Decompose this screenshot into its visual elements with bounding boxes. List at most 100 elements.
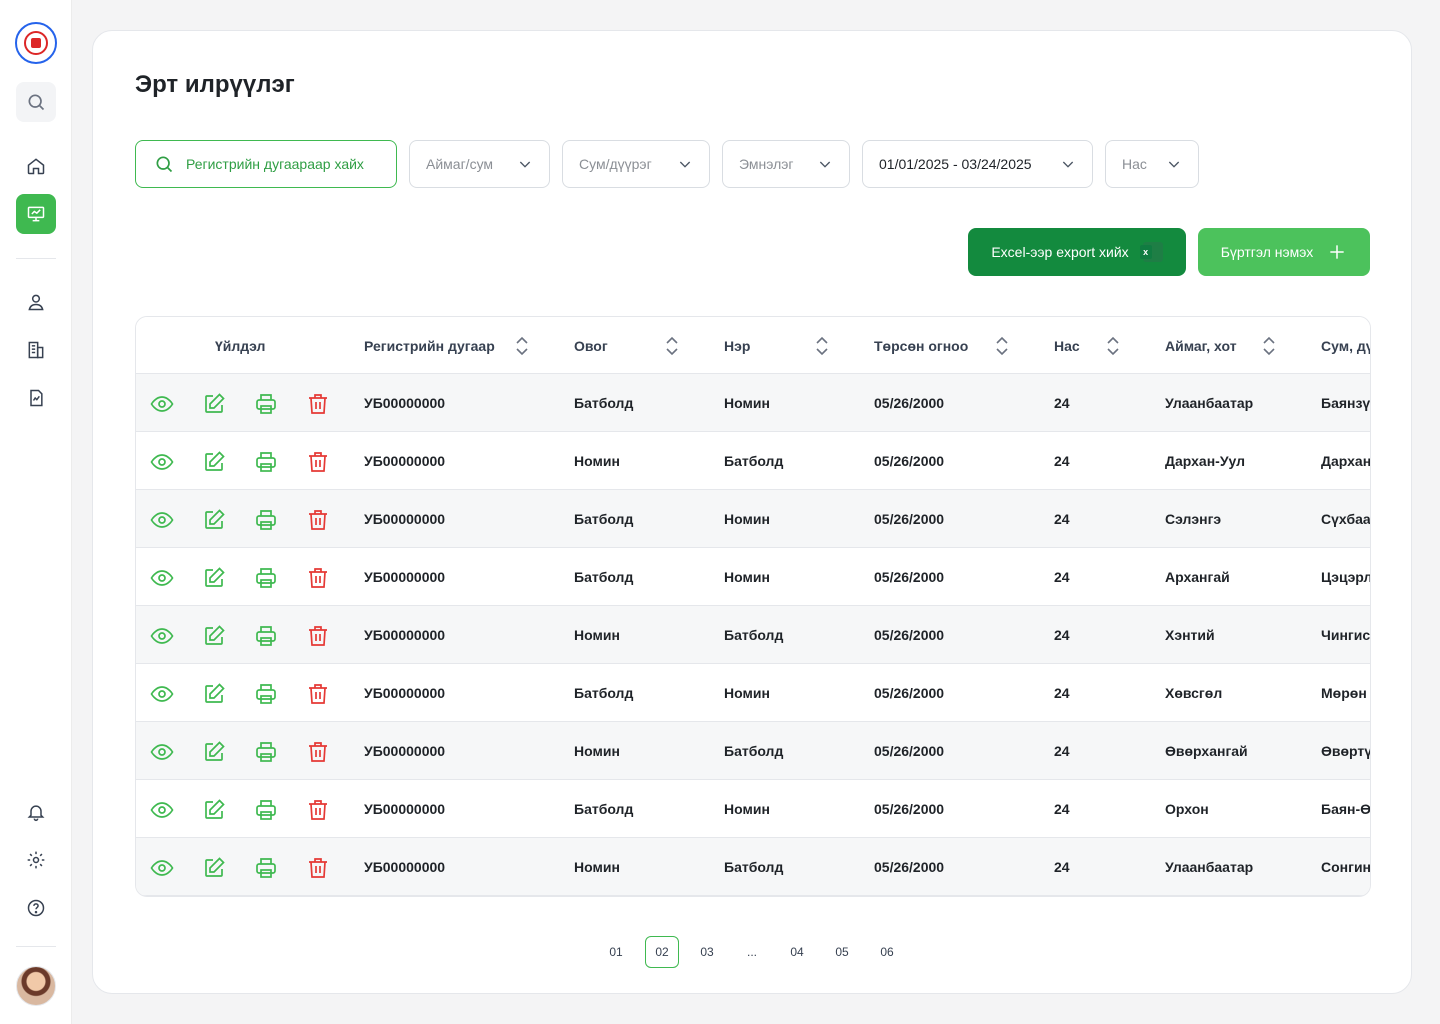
edit-button[interactable] xyxy=(202,798,226,822)
edit-button[interactable] xyxy=(202,682,226,706)
view-button[interactable] xyxy=(150,798,174,822)
edit-button[interactable] xyxy=(202,624,226,648)
cell-age: 24 xyxy=(1054,801,1070,817)
print-button[interactable] xyxy=(254,566,278,590)
table-row: УБ00000000 Номин Батболд 05/26/2000 24 Өвөрха… xyxy=(136,722,1370,780)
sidebar-item-notifications[interactable] xyxy=(16,792,56,832)
print-button[interactable] xyxy=(254,856,278,880)
column-header-name[interactable]: Нэр xyxy=(724,317,750,374)
date-range-value: 01/01/2025 - 03/24/2025 xyxy=(879,156,1032,172)
chevron-down-icon xyxy=(679,161,691,168)
sort-icon[interactable] xyxy=(1106,336,1120,356)
page-button-01[interactable]: 01 xyxy=(599,936,633,968)
search-input[interactable]: Регистрийн дугаараар хайх xyxy=(135,140,397,188)
column-header-age[interactable]: Нас xyxy=(1054,317,1080,374)
sidebar-item-reports[interactable] xyxy=(16,378,56,418)
sidebar-item-organizations[interactable] xyxy=(16,330,56,370)
column-header-birthdate[interactable]: Төрсөн огноо xyxy=(874,317,968,374)
view-button[interactable] xyxy=(150,740,174,764)
add-record-button[interactable]: Бүртгэл нэмэх xyxy=(1198,228,1370,276)
print-button[interactable] xyxy=(254,450,278,474)
edit-button[interactable] xyxy=(202,566,226,590)
edit-button[interactable] xyxy=(202,856,226,880)
page-button-06[interactable]: 06 xyxy=(870,936,904,968)
sort-icon[interactable] xyxy=(665,336,679,356)
edit-button[interactable] xyxy=(202,392,226,416)
edit-icon xyxy=(205,509,225,529)
column-header-surname[interactable]: Овог xyxy=(574,317,608,374)
delete-button[interactable] xyxy=(306,740,330,764)
view-button[interactable] xyxy=(150,624,174,648)
sort-icon[interactable] xyxy=(995,336,1009,356)
delete-button[interactable] xyxy=(306,508,330,532)
hospital-select[interactable]: Эмнэлэг xyxy=(722,140,850,188)
column-header-district[interactable]: Сум, дүүрэг xyxy=(1321,317,1370,374)
table-row: УБ00000000 Батболд Номин 05/26/2000 24 Орхон Б… xyxy=(136,780,1370,838)
delete-button[interactable] xyxy=(306,566,330,590)
bell-icon xyxy=(27,805,45,822)
view-button[interactable] xyxy=(150,508,174,532)
print-button[interactable] xyxy=(254,508,278,532)
cell-surname: Номин xyxy=(574,627,620,643)
cell-age: 24 xyxy=(1054,859,1070,875)
page-title: Эрт илрүүлэг xyxy=(135,71,295,98)
cell-surname: Батболд xyxy=(574,685,634,701)
cell-surname: Номин xyxy=(574,859,620,875)
printer-icon xyxy=(256,452,276,472)
sidebar-item-screening[interactable] xyxy=(16,194,56,234)
edit-button[interactable] xyxy=(202,508,226,532)
delete-button[interactable] xyxy=(306,798,330,822)
cell-name: Номин xyxy=(724,685,770,701)
delete-button[interactable] xyxy=(306,624,330,648)
print-button[interactable] xyxy=(254,392,278,416)
sidebar-item-home[interactable] xyxy=(16,146,56,186)
print-button[interactable] xyxy=(254,798,278,822)
column-header-province[interactable]: Аймаг, хот xyxy=(1165,317,1237,374)
sort-icon[interactable] xyxy=(815,336,829,356)
sort-icon[interactable] xyxy=(515,336,529,356)
cell-register: УБ00000000 xyxy=(364,511,446,527)
aimag-select[interactable]: Аймаг/сум xyxy=(409,140,550,188)
view-button[interactable] xyxy=(150,856,174,880)
cell-district: Сүхбаатар xyxy=(1321,511,1371,527)
eye-icon xyxy=(150,628,174,644)
cell-register: УБ00000000 xyxy=(364,743,446,759)
sidebar-item-settings[interactable] xyxy=(16,840,56,880)
cell-province: Улаанбаатар xyxy=(1165,395,1254,411)
print-button[interactable] xyxy=(254,682,278,706)
sort-icon[interactable] xyxy=(1262,336,1276,356)
view-button[interactable] xyxy=(150,566,174,590)
age-select-label: Нас xyxy=(1122,156,1147,172)
edit-button[interactable] xyxy=(202,740,226,764)
sidebar-item-users[interactable] xyxy=(16,282,56,322)
delete-button[interactable] xyxy=(306,856,330,880)
logo xyxy=(15,22,57,64)
cell-birthdate: 05/26/2000 xyxy=(874,569,945,585)
column-header-register[interactable]: Регистрийн дугаар xyxy=(364,317,495,374)
sidebar-search-button[interactable] xyxy=(16,82,56,122)
view-button[interactable] xyxy=(150,682,174,706)
print-button[interactable] xyxy=(254,740,278,764)
page-button-05[interactable]: 05 xyxy=(825,936,859,968)
view-button[interactable] xyxy=(150,392,174,416)
presentation-chart-icon xyxy=(27,206,45,222)
edit-button[interactable] xyxy=(202,450,226,474)
date-range-picker[interactable]: 01/01/2025 - 03/24/2025 xyxy=(862,140,1093,188)
cell-age: 24 xyxy=(1054,569,1070,585)
view-button[interactable] xyxy=(150,450,174,474)
sum-select[interactable]: Сум/дүүрэг xyxy=(562,140,710,188)
sidebar-item-help[interactable] xyxy=(16,888,56,928)
export-excel-button[interactable]: Excel-ээр export хийх xyxy=(968,228,1186,276)
page-button-04[interactable]: 04 xyxy=(780,936,814,968)
page-button-03[interactable]: 03 xyxy=(690,936,724,968)
delete-button[interactable] xyxy=(306,682,330,706)
cell-register: УБ00000000 xyxy=(364,395,446,411)
age-select[interactable]: Нас xyxy=(1105,140,1199,188)
eye-icon xyxy=(150,512,174,528)
edit-icon xyxy=(205,567,225,587)
print-button[interactable] xyxy=(254,624,278,648)
avatar[interactable] xyxy=(16,966,56,1006)
page-button-02[interactable]: 02 xyxy=(645,936,679,968)
delete-button[interactable] xyxy=(306,450,330,474)
delete-button[interactable] xyxy=(306,392,330,416)
